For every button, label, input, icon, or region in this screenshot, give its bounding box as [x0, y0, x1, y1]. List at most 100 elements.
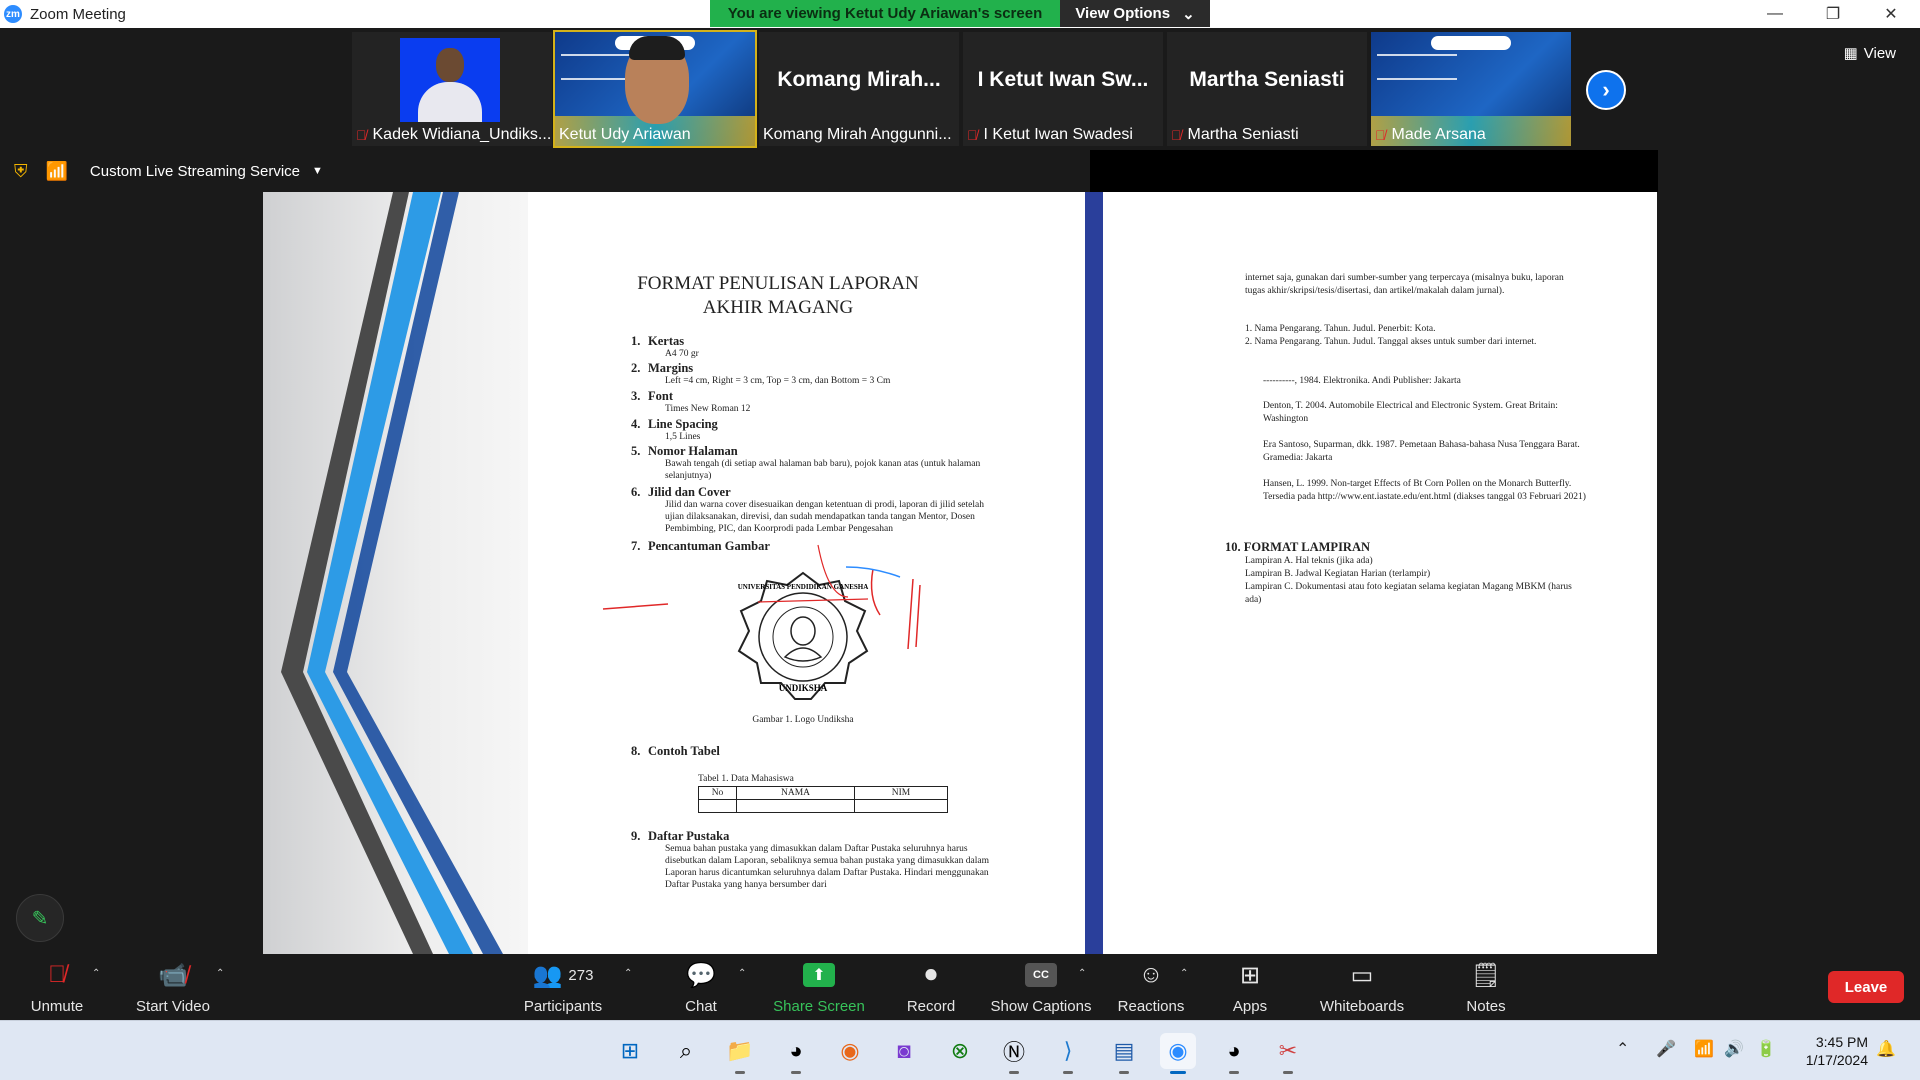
volume-icon[interactable]: 🔊	[1724, 1039, 1744, 1059]
chat-label: Chat	[685, 998, 717, 1015]
participant-tile-active-speaker[interactable]: Ketut Udy Ariawan	[553, 30, 757, 148]
microphone-icon[interactable]: 🎤	[1656, 1039, 1676, 1059]
reference-entry: ----------, 1984. Elektronika. Andi Publ…	[1263, 376, 1461, 386]
record-button[interactable]: ⏺ Record	[904, 960, 958, 1015]
share-header-strip	[1090, 150, 1658, 192]
chrome-profile-icon[interactable]: ◕	[1216, 1033, 1252, 1074]
start-menu-icon[interactable]: ⊞	[612, 1033, 648, 1069]
viewing-banner: You are viewing Ketut Udy Ariawan's scre…	[710, 0, 1210, 27]
participant-tile[interactable]: Komang Mirah... Komang Mirah Anggunni...	[759, 32, 959, 146]
zoom-taskbar-icon[interactable]: ◉	[1160, 1033, 1196, 1074]
gallery-view-button[interactable]: ▦ View	[1843, 44, 1896, 63]
document-title: FORMAT PENULISAN LAPORAN AKHIR MAGANG	[637, 273, 919, 318]
participant-tile[interactable]: Martha Seniasti 🎙̸ Martha Seniasti	[1167, 32, 1367, 146]
system-clock[interactable]: 3:45 PM 1/17/2024	[1796, 1033, 1868, 1069]
reactions-button[interactable]: ☺ Reactions	[1116, 960, 1186, 1015]
apps-button[interactable]: ⊞ Apps	[1232, 960, 1268, 1016]
example-table: No NAMA NIM	[698, 786, 948, 813]
document-page-2: internet saja, gunakan dari sumber-sumbe…	[1103, 192, 1657, 954]
captions-options-caret[interactable]: ⌃	[1078, 968, 1086, 979]
participants-options-caret[interactable]: ⌃	[624, 968, 632, 979]
annotation-drawing	[602, 544, 921, 650]
apps-icon: ⊞	[1239, 961, 1261, 989]
participants-button[interactable]: 👥 273 Participants	[522, 960, 604, 1016]
reference-entry: Denton, T. 2004. Automobile Electrical a…	[1263, 401, 1558, 424]
battery-icon[interactable]: 🔋	[1756, 1039, 1776, 1059]
view-options-button[interactable]: View Options ⌄	[1060, 0, 1210, 27]
live-stream-icon: 📶	[45, 160, 68, 181]
chevron-down-icon: ⌄	[1182, 5, 1195, 23]
table-header: No	[698, 786, 737, 800]
page-divider	[1083, 192, 1103, 954]
snipping-tool-icon[interactable]: ✂	[1270, 1033, 1306, 1074]
notepad-icon[interactable]: ▤	[1106, 1033, 1142, 1074]
section-body: Semua bahan pustaka yang dimasukkan dala…	[665, 844, 989, 890]
minimize-button[interactable]: —	[1746, 0, 1804, 28]
mic-muted-icon: 🎙̸	[1171, 127, 1182, 143]
section-heading: 9. Daftar Pustaka	[631, 829, 730, 843]
section-heading: 1. Kertas	[631, 334, 685, 348]
notes-button[interactable]: 🗒 Notes	[1464, 960, 1508, 1016]
audio-options-caret[interactable]: ⌃	[92, 968, 100, 979]
caret-down-icon[interactable]: ▼	[312, 165, 323, 177]
section-heading: 10. FORMAT LAMPIRAN	[1225, 540, 1371, 554]
wifi-icon[interactable]: 📶	[1694, 1039, 1714, 1059]
pen-icon: ✎	[31, 907, 49, 930]
vscode-icon[interactable]: ⟩	[1050, 1033, 1086, 1074]
notification-bell-icon[interactable]: 🔔	[1876, 1039, 1896, 1059]
leave-button[interactable]: Leave	[1828, 971, 1904, 1003]
video-off-icon: 📹̸	[158, 961, 188, 989]
chrome-icon[interactable]: ◕	[778, 1033, 814, 1074]
share-screen-button[interactable]: ⬆ Share Screen	[772, 960, 866, 1015]
participant-gallery: 🎙̸ Kadek Widiana_Undiks... Ketut Udy Aria…	[0, 28, 1920, 150]
podcast-app-icon[interactable]: ◙	[886, 1033, 922, 1069]
list-item: Lampiran A. Hal teknis (jika ada)	[1245, 556, 1373, 566]
start-video-label: Start Video	[136, 998, 210, 1015]
xbox-icon[interactable]: ⊗	[942, 1033, 978, 1069]
annotate-pen-button[interactable]: ✎	[16, 894, 64, 942]
participants-icon: 👥	[532, 961, 563, 989]
start-video-button[interactable]: 📹̸ Start Video	[132, 960, 214, 1016]
view-options-label: View Options	[1075, 5, 1171, 22]
show-captions-label: Show Captions	[990, 998, 1092, 1015]
participant-tile[interactable]: 🎙̸ Kadek Widiana_Undiks...	[352, 32, 552, 146]
reactions-icon: ☺	[1138, 961, 1164, 988]
shield-icon[interactable]: ⛨	[14, 161, 28, 182]
share-screen-icon: ⬆	[803, 963, 835, 987]
chat-button[interactable]: 💬 Chat	[676, 960, 726, 1016]
live-stream-label[interactable]: Custom Live Streaming Service	[90, 163, 300, 180]
section-heading: 2. Margins	[631, 361, 694, 375]
file-explorer-icon[interactable]: 📁	[722, 1033, 758, 1074]
apps-label: Apps	[1232, 998, 1268, 1015]
record-label: Record	[906, 998, 956, 1015]
show-captions-button[interactable]: CC Show Captions	[990, 960, 1092, 1015]
chat-options-caret[interactable]: ⌃	[738, 968, 746, 979]
unmute-button[interactable]: 🎙̸ Unmute	[22, 960, 92, 1015]
gallery-next-button[interactable]: ›	[1586, 70, 1626, 110]
participant-tile[interactable]: I Ketut Iwan Sw... 🎙̸ I Ketut Iwan Swades…	[963, 32, 1163, 146]
participant-tile[interactable]: 🎙̸ Made Arsana	[1371, 32, 1571, 146]
restore-button[interactable]: ❐	[1804, 0, 1862, 28]
close-window-button[interactable]: ✕	[1862, 0, 1920, 28]
participant-name: Kadek Widiana_Undiks...	[372, 126, 552, 143]
search-icon[interactable]: ⌕	[668, 1033, 704, 1069]
grid-icon: ▦	[1843, 45, 1858, 62]
video-options-caret[interactable]: ⌃	[216, 968, 224, 979]
section-heading: 6. Jilid dan Cover	[631, 485, 731, 499]
list-item: Lampiran B. Jadwal Kegiatan Harian (terl…	[1245, 569, 1431, 579]
whiteboards-button[interactable]: ▭ Whiteboards	[1318, 960, 1406, 1016]
unmute-label: Unmute	[30, 998, 84, 1015]
table-header: NIM	[854, 786, 948, 800]
mic-muted-icon: 🎙̸	[48, 961, 66, 988]
participants-label: Participants	[523, 998, 603, 1015]
section-body: Left =4 cm, Right = 3 cm, Top = 3 cm, da…	[665, 376, 891, 386]
reactions-options-caret[interactable]: ⌃	[1180, 968, 1188, 979]
record-icon: ⏺	[925, 961, 937, 988]
notion-icon[interactable]: Ⓝ	[996, 1033, 1032, 1074]
show-hidden-icons-icon[interactable]: ⌃	[1616, 1039, 1629, 1059]
participants-count: 273	[568, 966, 594, 984]
participant-name: I Ketut Iwan Swadesi	[983, 126, 1133, 143]
firefox-icon[interactable]: ◉	[832, 1033, 868, 1069]
figure-caption: Gambar 1. Logo Undiksha	[752, 715, 854, 725]
view-label: View	[1863, 44, 1896, 62]
